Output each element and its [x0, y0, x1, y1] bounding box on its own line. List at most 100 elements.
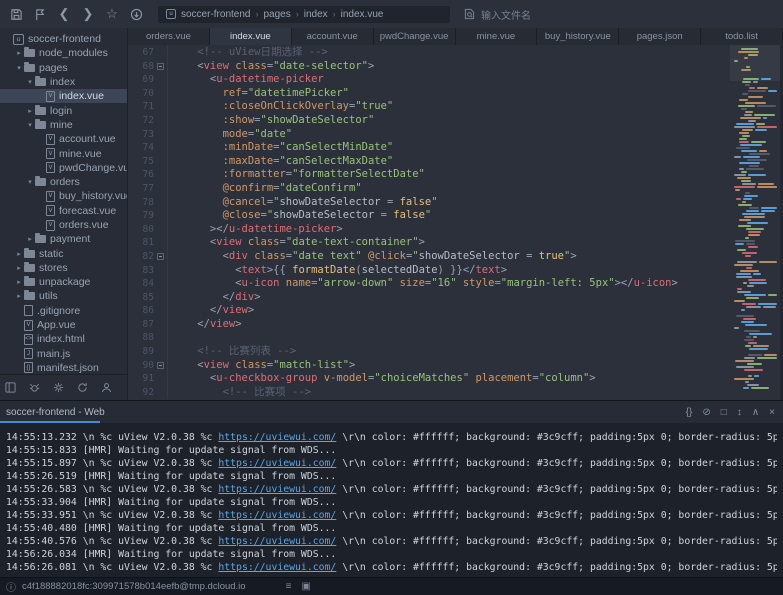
star-icon[interactable]: ☆ — [100, 5, 124, 23]
code-line-72[interactable]: 72:show="showDateSelector" — [128, 114, 730, 128]
code-line-68[interactable]: 68<view class="date-selector"> — [128, 60, 730, 74]
console-link[interactable]: https://uviewui.com/ — [218, 536, 336, 547]
code-line-67[interactable]: 67<!-- uView日期选择 --> — [128, 46, 730, 60]
tree-item-forecast-vue[interactable]: Vforecast.vue — [0, 204, 127, 218]
chevron-down-icon[interactable]: ▾ — [25, 178, 35, 186]
code-line-90[interactable]: 90<view class="match-list"> — [128, 359, 730, 373]
breadcrumb-item[interactable]: soccer-frontend — [181, 9, 250, 20]
chevron-right-icon[interactable]: ▸ — [14, 49, 24, 57]
console-link[interactable]: https://uviewui.com/ — [218, 458, 336, 469]
tree-item-pwdchange-vue[interactable]: VpwdChange.vue — [0, 161, 127, 175]
tree-item-orders-vue[interactable]: Vorders.vue — [0, 218, 127, 232]
tree-item-unpackage[interactable]: ▸unpackage — [0, 275, 127, 289]
tree-item-index-html[interactable]: <>index.html — [0, 332, 127, 346]
code-line-76[interactable]: 76:formatter="formatterSelectDate" — [128, 168, 730, 182]
tab-account-vue[interactable]: account.vue — [292, 28, 374, 45]
tree-item-orders[interactable]: ▾orders — [0, 175, 127, 189]
stop-icon[interactable]: □ — [721, 407, 727, 418]
tree-item-index[interactable]: ▾index — [0, 75, 127, 89]
chevron-right-icon[interactable]: ▸ — [14, 264, 24, 272]
tree-item-app-vue[interactable]: VApp.vue — [0, 318, 127, 332]
tab-orders-vue[interactable]: orders.vue — [128, 28, 210, 45]
code-line-89[interactable]: 89<!-- 比赛列表 --> — [128, 345, 730, 359]
tree-item-utils[interactable]: ▸utils — [0, 289, 127, 303]
tree-item-stores[interactable]: ▸stores — [0, 261, 127, 275]
tab-index-vue[interactable]: index.vue — [210, 28, 292, 45]
tree-item-manifest-json[interactable]: {}manifest.json — [0, 361, 127, 374]
code-line-87[interactable]: 87</view> — [128, 318, 730, 332]
scroll-lock-icon[interactable]: ↕ — [737, 407, 742, 418]
tree-item-soccer-frontend[interactable]: usoccer-frontend — [0, 32, 127, 46]
code-line-69[interactable]: 69<u-datetime-picker — [128, 73, 730, 87]
chevron-right-icon[interactable]: ▸ — [25, 235, 35, 243]
code-line-73[interactable]: 73mode="date" — [128, 128, 730, 142]
code-line-88[interactable]: 88 — [128, 331, 730, 345]
console-link[interactable]: https://uviewui.com/ — [218, 510, 336, 521]
console-link[interactable]: https://uviewui.com/ — [218, 562, 336, 573]
info-icon[interactable]: ⓘ — [6, 579, 16, 594]
console-link[interactable]: https://uviewui.com/ — [218, 484, 336, 495]
chevron-down-icon[interactable]: ▾ — [25, 78, 35, 86]
fold-marker-icon[interactable] — [157, 253, 164, 260]
chevron-down-icon[interactable]: ▾ — [25, 121, 35, 129]
chevron-right-icon[interactable]: ▸ — [14, 278, 24, 286]
chevron-right-icon[interactable]: ▸ — [25, 107, 35, 115]
fold-marker-icon[interactable] — [157, 63, 164, 70]
code-line-70[interactable]: 70ref="datetimePicker" — [128, 87, 730, 101]
tree-item-account-vue[interactable]: Vaccount.vue — [0, 132, 127, 146]
breadcrumb-item[interactable]: index.vue — [341, 9, 384, 20]
code-line-71[interactable]: 71:closeOnClickOverlay="true" — [128, 100, 730, 114]
file-search[interactable]: 输入文件名 — [464, 7, 531, 22]
code-area[interactable]: 67<!-- uView日期选择 -->68<view class="date-… — [128, 45, 730, 400]
forward-icon[interactable]: ❯ — [76, 5, 100, 23]
code-line-77[interactable]: 77@confirm="dateConfirm" — [128, 182, 730, 196]
code-line-86[interactable]: 86</view> — [128, 304, 730, 318]
tree-item-main-js[interactable]: Jmain.js — [0, 347, 127, 361]
flag-icon[interactable] — [28, 5, 52, 23]
chevron-down-icon[interactable]: ▾ — [14, 64, 24, 72]
tree-item-login[interactable]: ▸login — [0, 103, 127, 117]
code-line-84[interactable]: 84<u-icon name="arrow-down" size="16" st… — [128, 277, 730, 291]
sync-icon[interactable] — [77, 382, 88, 393]
console-link[interactable]: https://uviewui.com/ — [218, 432, 336, 443]
tree-item-static[interactable]: ▸static — [0, 246, 127, 260]
tab-todo-list[interactable]: todo.list — [701, 28, 783, 45]
account-icon[interactable] — [101, 382, 112, 393]
breadcrumb-item[interactable]: pages — [263, 9, 290, 20]
tree-item-payment[interactable]: ▸payment — [0, 232, 127, 246]
code-line-78[interactable]: 78@cancel="showDateSelector = false" — [128, 196, 730, 210]
tree-item-mine-vue[interactable]: Vmine.vue — [0, 146, 127, 160]
tree-item--gitignore[interactable]: .gitignore — [0, 304, 127, 318]
code-line-85[interactable]: 85</div> — [128, 291, 730, 305]
code-line-79[interactable]: 79@close="showDateSelector = false" — [128, 209, 730, 223]
code-line-82[interactable]: 82<div class="date text" @click="showDat… — [128, 250, 730, 264]
panel-toggle-icon[interactable] — [5, 382, 16, 393]
run-icon[interactable] — [124, 5, 148, 23]
chevron-right-icon[interactable]: ▸ — [14, 250, 24, 258]
code-line-80[interactable]: 80></u-datetime-picker> — [128, 223, 730, 237]
save-icon[interactable] — [4, 5, 28, 23]
code-line-74[interactable]: 74:minDate="canSelectMinDate" — [128, 141, 730, 155]
settings-icon[interactable] — [53, 382, 64, 393]
tree-item-node-modules[interactable]: ▸node_modules — [0, 46, 127, 60]
format-braces-icon[interactable]: {} — [686, 407, 693, 418]
debug-icon[interactable] — [29, 382, 40, 393]
close-panel-icon[interactable]: × — [769, 407, 775, 418]
tab-pwdchange-vue[interactable]: pwdChange.vue — [374, 28, 456, 45]
back-icon[interactable]: ❮ — [52, 5, 76, 23]
console-tab-title[interactable]: soccer-frontend - Web — [6, 407, 105, 418]
code-line-75[interactable]: 75:maxDate="canSelectMaxDate" — [128, 155, 730, 169]
fold-marker-icon[interactable] — [157, 362, 164, 369]
minimap[interactable] — [730, 45, 780, 400]
code-line-83[interactable]: 83<text>{{ formatDate(selectedDate) }}</… — [128, 264, 730, 278]
code-line-81[interactable]: 81<view class="date-text-container"> — [128, 236, 730, 250]
tab-pages-json[interactable]: pages.json — [619, 28, 701, 45]
tab-mine-vue[interactable]: mine.vue — [456, 28, 538, 45]
clear-console-icon[interactable]: ⊘ — [702, 407, 710, 418]
tree-item-pages[interactable]: ▾pages — [0, 61, 127, 75]
breadcrumb-item[interactable]: index — [304, 9, 328, 20]
code-line-92[interactable]: 92<!-- 比赛项 --> — [128, 386, 730, 400]
log-list-icon[interactable]: ≡ — [286, 581, 292, 592]
tree-item-index-vue[interactable]: Vindex.vue — [0, 89, 127, 103]
collapse-panel-icon[interactable]: ∧ — [752, 407, 759, 418]
